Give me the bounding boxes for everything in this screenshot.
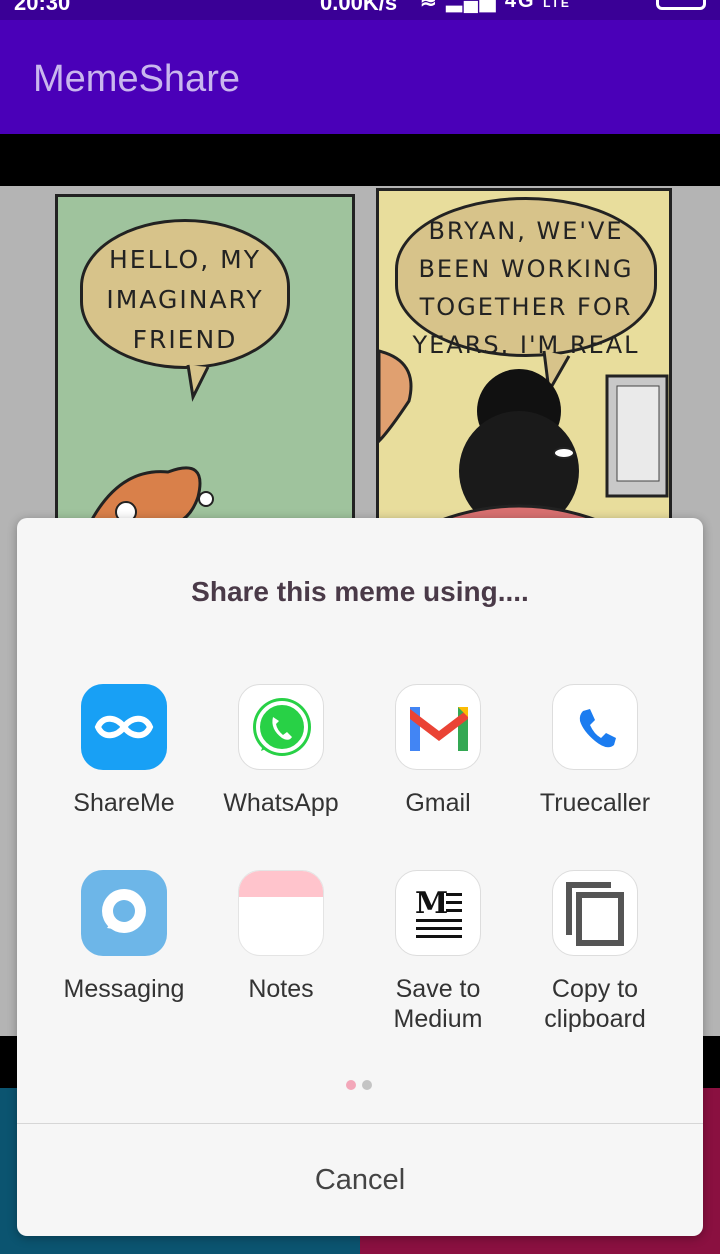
gmail-icon — [395, 684, 481, 770]
truecaller-icon — [552, 684, 638, 770]
page-indicator — [343, 1077, 375, 1095]
share-target-whatsapp[interactable]: WhatsApp — [201, 684, 361, 818]
share-target-notes[interactable]: Notes — [201, 870, 361, 1004]
share-target-medium[interactable]: M Save to Medium — [358, 870, 518, 1034]
share-target-truecaller[interactable]: Truecaller — [515, 684, 675, 818]
svg-text:M: M — [415, 886, 448, 921]
share-target-label: Truecaller — [539, 789, 651, 817]
copy-icon — [552, 870, 638, 956]
share-target-label: Gmail — [405, 789, 471, 817]
share-target-label: Messaging — [63, 975, 185, 1003]
share-target-shareme[interactable]: ShareMe — [44, 684, 204, 818]
medium-icon: M — [395, 870, 481, 956]
cancel-button[interactable]: Cancel — [17, 1124, 703, 1236]
share-target-label: WhatsApp — [223, 789, 339, 817]
share-target-copy-clipboard[interactable]: Copy to clipboard — [515, 870, 675, 1034]
share-target-messaging[interactable]: Messaging — [44, 870, 204, 1004]
share-target-label: Copy to clipboard — [544, 975, 646, 1033]
shareme-icon — [81, 684, 167, 770]
share-target-label: Save to Medium — [393, 975, 483, 1033]
page-dot-active — [346, 1080, 356, 1090]
share-target-label: ShareMe — [73, 789, 175, 817]
notes-icon — [238, 870, 324, 956]
messaging-icon — [81, 870, 167, 956]
page-dot — [362, 1080, 372, 1090]
share-sheet-title: Share this meme using.... — [191, 576, 529, 607]
share-sheet: Share this meme using.... ShareMe WhatsA… — [17, 518, 703, 1236]
share-target-label: Notes — [248, 975, 314, 1003]
share-target-gmail[interactable]: Gmail — [358, 684, 518, 818]
whatsapp-icon — [238, 684, 324, 770]
